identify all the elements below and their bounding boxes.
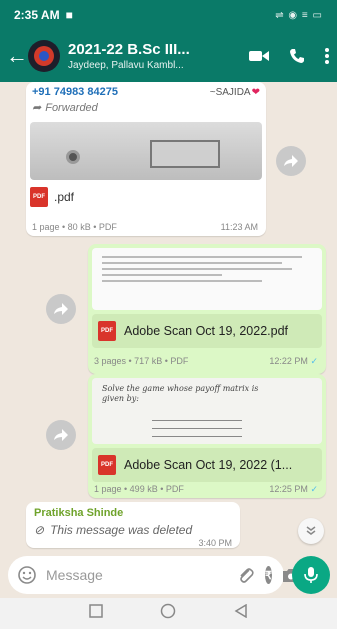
notification-icon: ■ (65, 8, 73, 22)
status-indicators: ⇌ ◉ ≡ ▭ (275, 9, 323, 21)
emoji-icon[interactable] (18, 566, 36, 584)
rupee-icon[interactable]: ₹ (265, 566, 272, 584)
read-tick-icon: ✓ (310, 356, 318, 366)
message-time: 11:23 AM (220, 222, 258, 232)
more-options-icon[interactable] (325, 48, 329, 64)
chat-title: 2021-22 B.Sc III... (68, 41, 190, 58)
mic-icon[interactable] (292, 556, 330, 594)
attach-icon[interactable] (237, 566, 255, 584)
outgoing-document-message[interactable]: PDF Adobe Scan Oct 19, 2022.pdf 3 pages … (88, 244, 326, 374)
document-name: Adobe Scan Oct 19, 2022 (1... (124, 458, 293, 472)
pdf-icon: PDF (98, 321, 116, 341)
message-time: 3:40 PM (198, 538, 232, 548)
document-meta: 3 pages • 717 kB • PDF (94, 356, 189, 366)
blocked-icon: ⊘ (34, 523, 45, 537)
sender-name[interactable]: Pratiksha Shinde (34, 507, 232, 519)
forward-icon[interactable] (46, 420, 76, 450)
forwarded-label: ➦ Forwarded (32, 101, 98, 115)
status-bar: 2:35 AM ■ ⇌ ◉ ≡ ▭ (0, 0, 337, 30)
message-time: 12:22 PM ✓ (269, 356, 318, 366)
document-meta: 1 page • 499 kB • PDF (94, 484, 184, 494)
chat-subtitle: Jaydeep, Pallavu Kambl... (68, 60, 184, 71)
document-thumbnail[interactable] (30, 122, 262, 180)
chat-title-area[interactable]: 2021-22 B.Sc III... Jaydeep, Pallavu Kam… (68, 41, 239, 71)
document-file-row[interactable]: PDF Adobe Scan Oct 19, 2022.pdf (92, 314, 322, 348)
chat-header: ← 2021-22 B.Sc III... Jaydeep, Pallavu K… (0, 30, 337, 82)
handwritten-preview: Solve the game whose payoff matrix is gi… (102, 384, 259, 404)
document-file-row[interactable]: PDF Adobe Scan Oct 19, 2022 (1... (92, 448, 322, 482)
message-input[interactable] (46, 567, 227, 583)
back-arrow-icon[interactable]: ← (6, 43, 28, 69)
document-thumbnail[interactable] (92, 248, 322, 310)
forward-icon[interactable] (46, 294, 76, 324)
message-composer: ₹ (8, 556, 299, 594)
incoming-document-message[interactable]: +91 74983 84275 ~SAJIDA❤ ➦ Forwarded PDF… (26, 82, 266, 236)
deleted-text: This message was deleted (50, 523, 193, 537)
pdf-icon: PDF (98, 455, 116, 475)
pdf-icon: PDF (30, 187, 48, 207)
group-avatar[interactable] (28, 40, 60, 72)
read-tick-icon: ✓ (310, 484, 318, 494)
heart-icon: ❤ (251, 86, 260, 98)
document-meta: 1 page • 80 kB • PDF (32, 222, 117, 232)
system-nav-bar (0, 598, 337, 629)
video-call-icon[interactable] (249, 49, 269, 63)
sender-phone[interactable]: +91 74983 84275 (32, 86, 118, 98)
document-thumbnail[interactable]: Solve the game whose payoff matrix is gi… (92, 378, 322, 444)
message-time: 12:25 PM ✓ (269, 484, 318, 494)
document-name: .pdf (54, 190, 75, 204)
outgoing-document-message[interactable]: Solve the game whose payoff matrix is gi… (88, 374, 326, 498)
message-list[interactable]: +91 74983 84275 ~SAJIDA❤ ➦ Forwarded PDF… (0, 82, 337, 552)
document-name: Adobe Scan Oct 19, 2022.pdf (124, 324, 289, 338)
document-file-row[interactable]: PDF .pdf (30, 184, 262, 210)
forward-icon[interactable] (276, 146, 306, 176)
recent-apps-icon[interactable] (89, 604, 103, 623)
voice-call-icon[interactable] (289, 48, 305, 64)
home-icon[interactable] (160, 603, 176, 624)
status-time: 2:35 AM (14, 8, 60, 22)
back-nav-icon[interactable] (234, 603, 248, 623)
sender-contact-name: ~SAJIDA❤ (209, 86, 260, 98)
deleted-message[interactable]: Pratiksha Shinde ⊘ This message was dele… (26, 502, 240, 548)
chevron-double-down-icon[interactable] (298, 518, 324, 544)
forward-arrow-icon: ➦ (32, 102, 42, 114)
